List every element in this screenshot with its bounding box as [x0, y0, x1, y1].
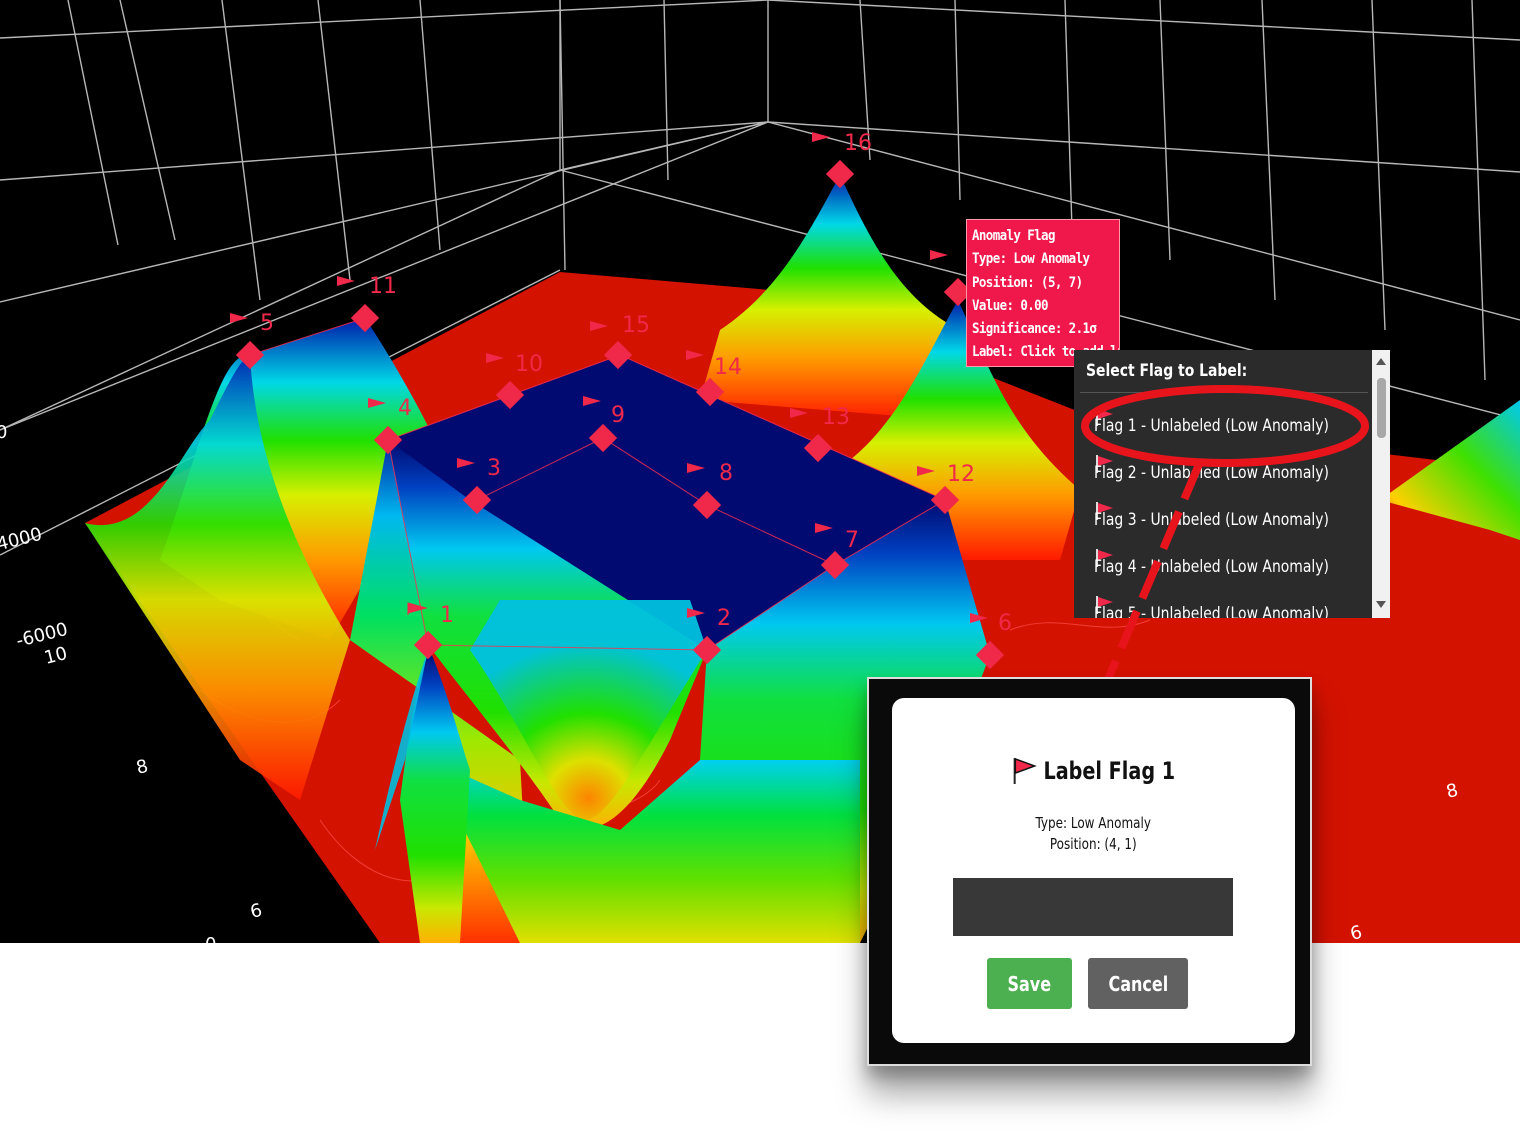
divider [1080, 392, 1368, 393]
flag-marker[interactable]: 16 [812, 131, 872, 189]
svg-text:3: 3 [487, 456, 501, 481]
svg-text:4: 4 [398, 396, 412, 421]
flag-list-item[interactable]: Flag 3 - Unlabeled (Low Anomaly) [1094, 500, 1364, 540]
svg-text:15: 15 [622, 313, 650, 338]
tooltip-line: Significance: 2.1σ [972, 321, 1097, 338]
svg-text:0: 0 [0, 422, 7, 443]
dialog-type-text: Type: Low Anomaly [1035, 814, 1152, 832]
label-dialog-frame: Label Flag 1 Type: Low Anomaly Position:… [867, 677, 1312, 1066]
tooltip-line: Position: (5, 7) [972, 274, 1083, 291]
red-flag-icon [1013, 758, 1038, 784]
svg-text:10: 10 [515, 352, 543, 377]
label-flag-dialog: Label Flag 1 Type: Low Anomaly Position:… [892, 698, 1295, 1043]
svg-text:13: 13 [822, 405, 850, 430]
svg-text:7: 7 [845, 528, 859, 553]
flag-list-item[interactable]: Flag 2 - Unlabeled (Low Anomaly) [1094, 453, 1364, 493]
svg-text:-4000: -4000 [0, 524, 44, 557]
svg-text:16: 16 [844, 131, 872, 156]
svg-text:5: 5 [260, 311, 274, 336]
flag-list-item[interactable]: Flag 5 - Unlabeled (Low Anomaly) [1094, 594, 1364, 618]
svg-text:6: 6 [998, 611, 1012, 636]
label-input[interactable] [953, 878, 1233, 936]
svg-text:8: 8 [719, 461, 733, 486]
tooltip-line: Value: 0.00 [972, 297, 1049, 314]
scroll-down-arrow-icon[interactable] [1376, 601, 1386, 608]
svg-text:1: 1 [440, 603, 454, 628]
svg-text:12: 12 [947, 462, 975, 487]
svg-text:11: 11 [369, 274, 397, 299]
scroll-thumb[interactable] [1377, 378, 1386, 438]
tooltip-line: Anomaly Flag [972, 228, 1055, 244]
flag-list-item[interactable]: Flag 4 - Unlabeled (Low Anomaly) [1094, 547, 1364, 587]
save-button[interactable]: Save [987, 958, 1072, 1009]
tooltip-line: Type: Low Anomaly [972, 251, 1090, 268]
flag-list-item[interactable]: Flag 1 - Unlabeled (Low Anomaly) [1094, 406, 1364, 446]
dialog-title: Label Flag 1 [892, 756, 1295, 792]
dialog-position-text: Position: (4, 1) [1050, 835, 1137, 853]
anomaly-tooltip: Anomaly Flag Type: Low Anomaly Position:… [966, 219, 1120, 367]
flag-select-panel[interactable]: Select Flag to Label: Flag 1 - Unlabeled… [1074, 350, 1390, 618]
scroll-up-arrow-icon[interactable] [1376, 358, 1386, 365]
flag-select-title: Select Flag to Label: [1086, 361, 1248, 381]
svg-text:14: 14 [714, 355, 742, 380]
svg-text:9: 9 [611, 403, 625, 428]
svg-text:0: 0 [205, 934, 216, 943]
cancel-button[interactable]: Cancel [1088, 958, 1188, 1009]
scrollbar[interactable] [1372, 350, 1390, 618]
svg-text:2: 2 [717, 606, 731, 631]
